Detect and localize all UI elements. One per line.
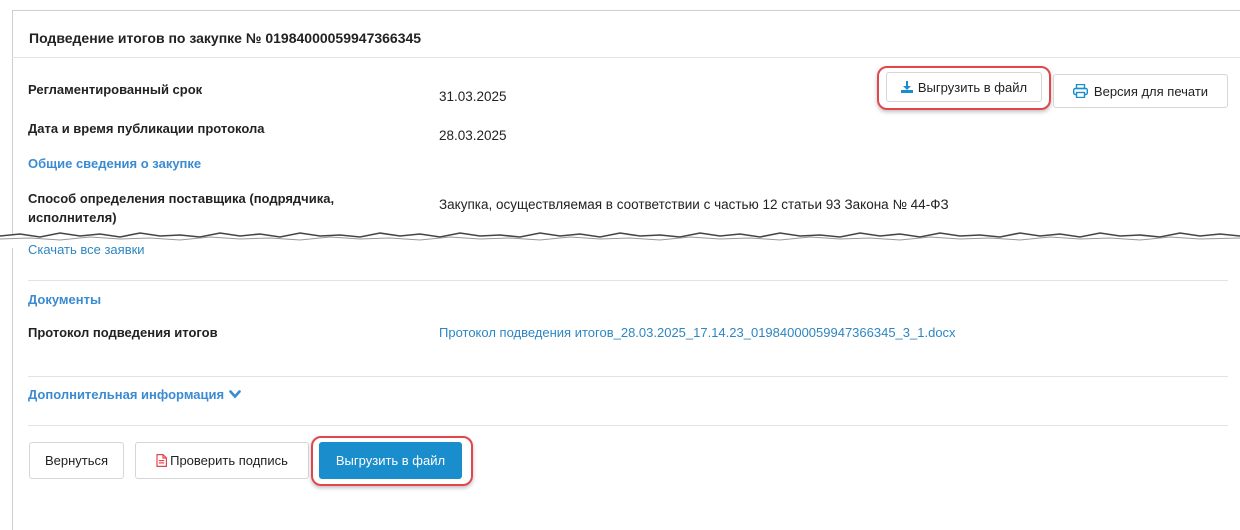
deadline-label: Регламентированный срок [28,82,203,97]
additional-info-toggle[interactable]: Дополнительная информация [28,387,241,402]
deadline-value: 31.03.2025 [439,89,507,104]
print-version-button[interactable]: Версия для печати [1053,74,1228,108]
download-all-applications-link[interactable]: Скачать все заявки [28,242,145,257]
additional-info-label: Дополнительная информация [28,387,225,402]
printer-icon [1072,84,1088,98]
verify-label: Проверить подпись [170,453,288,468]
export-file-button-bottom[interactable]: Выгрузить в файл [319,442,462,479]
export-label-top: Выгрузить в файл [917,79,1028,95]
divider-3 [28,425,1228,426]
divider-2 [28,376,1228,377]
torn-edge [0,232,1240,248]
protocol-file-link[interactable]: Протокол подведения итогов_28.03.2025_17… [439,325,956,340]
general-info-link[interactable]: Общие сведения о закупке [28,156,201,171]
published-label: Дата и время публикации протокола [28,121,265,136]
export-file-button-top[interactable]: Выгрузить в файл [886,72,1042,102]
export-label-bottom: Выгрузить в файл [335,453,446,468]
method-label: Способ определения поставщика (подрядчик… [28,191,335,225]
published-value: 28.03.2025 [439,128,507,143]
method-value: Закупка, осуществляемая в соответствии с… [439,197,949,212]
chevron-down-icon [229,390,241,399]
documents-section-title: Документы [28,292,102,307]
back-label: Вернуться [44,453,109,468]
panel-header: Подведение итогов по закупке № 019840000… [12,10,1240,58]
pdf-file-icon [156,454,168,467]
divider-1 [28,280,1228,281]
protocol-label: Протокол подведения итогов [28,325,218,340]
verify-signature-button[interactable]: Проверить подпись [135,442,309,479]
back-button[interactable]: Вернуться [29,442,124,479]
print-label: Версия для печати [1093,83,1209,99]
download-icon [900,81,913,93]
page-title: Подведение итогов по закупке № 019840000… [29,30,422,46]
